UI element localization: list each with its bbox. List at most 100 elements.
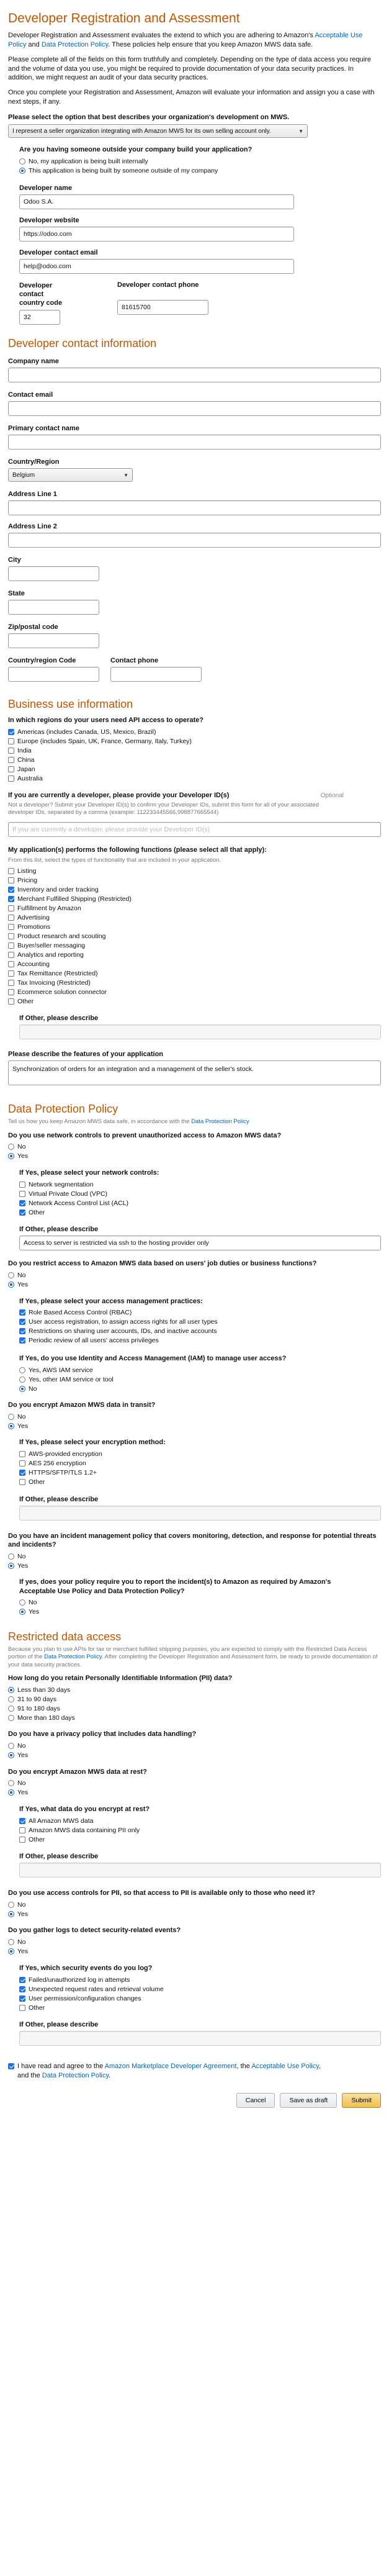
zip-input[interactable] bbox=[8, 633, 99, 649]
function-option[interactable]: Other bbox=[8, 997, 381, 1006]
checkbox[interactable] bbox=[19, 1190, 25, 1197]
dpp-link[interactable]: Data Protection Policy bbox=[191, 1118, 249, 1125]
developer-id-input[interactable]: If you are currently a developer, please… bbox=[8, 821, 381, 837]
iam-option-aws[interactable]: Yes, AWS IAM service bbox=[19, 1365, 381, 1375]
radio-button[interactable] bbox=[19, 1376, 25, 1383]
radio-button[interactable] bbox=[8, 1413, 14, 1420]
function-option[interactable]: Merchant Fulfilled Shipping (Restricted) bbox=[8, 894, 381, 903]
checkbox[interactable] bbox=[8, 766, 14, 773]
radio-button-selected[interactable] bbox=[8, 1422, 14, 1429]
region-option[interactable]: China bbox=[8, 756, 381, 765]
access-practice-option[interactable]: Role Based Access Control (RBAC) bbox=[19, 1308, 381, 1317]
retention-option[interactable]: 31 to 90 days bbox=[8, 1694, 381, 1704]
radio-button[interactable] bbox=[8, 1696, 14, 1702]
state-input[interactable] bbox=[8, 600, 99, 615]
developer-agreement-link[interactable]: Amazon Marketplace Developer Agreement bbox=[105, 2063, 237, 2070]
restrict-access-yes[interactable]: Yes bbox=[8, 1280, 381, 1290]
restricted-dpp-link[interactable]: Data Protection Policy bbox=[44, 1653, 102, 1660]
rest-data-option[interactable]: Amazon MWS data containing PII only bbox=[19, 1825, 381, 1835]
checkbox-checked[interactable] bbox=[19, 1470, 25, 1476]
checkbox[interactable] bbox=[19, 1451, 25, 1458]
checkbox[interactable] bbox=[8, 867, 14, 874]
region-option[interactable]: India bbox=[8, 746, 381, 756]
checkbox[interactable] bbox=[8, 998, 14, 1005]
incident-no[interactable]: No bbox=[8, 1552, 381, 1561]
radio-button-selected[interactable] bbox=[8, 1153, 14, 1160]
checkbox-checked[interactable] bbox=[8, 886, 14, 893]
checkbox[interactable] bbox=[8, 905, 14, 911]
checkbox-checked[interactable] bbox=[19, 1209, 25, 1216]
checkbox-checked[interactable] bbox=[19, 1995, 25, 2002]
agreement-checkbox[interactable] bbox=[8, 2063, 14, 2070]
checkbox[interactable] bbox=[8, 738, 14, 745]
aup-link[interactable]: Acceptable Use Policy bbox=[251, 2063, 319, 2070]
encryption-method-option[interactable]: AWS-provided encryption bbox=[19, 1450, 381, 1459]
checkbox[interactable] bbox=[8, 951, 14, 958]
function-option[interactable]: Buyer/seller messaging bbox=[8, 941, 381, 950]
iam-option-other[interactable]: Yes, other IAM service or tool bbox=[19, 1375, 381, 1384]
network-control-option[interactable]: Other bbox=[19, 1208, 381, 1217]
encrypt-at-rest-no[interactable]: No bbox=[8, 1779, 381, 1788]
checkbox-checked[interactable] bbox=[19, 1319, 25, 1326]
country-code-input[interactable] bbox=[8, 667, 99, 682]
address-line-2-input[interactable] bbox=[8, 533, 381, 548]
cancel-button[interactable]: Cancel bbox=[236, 2092, 275, 2108]
function-option[interactable]: Accounting bbox=[8, 959, 381, 969]
developer-email-input[interactable]: help@odoo.com bbox=[19, 258, 294, 274]
region-option[interactable]: Americas (includes Canada, US, Mexico, B… bbox=[8, 728, 381, 737]
radio-button[interactable] bbox=[8, 1743, 14, 1750]
rest-data-option[interactable]: All Amazon MWS data bbox=[19, 1816, 381, 1825]
region-option[interactable]: Europe (includes Spain, UK, France, Germ… bbox=[8, 737, 381, 746]
radio-button[interactable] bbox=[8, 1144, 14, 1150]
access-practice-option[interactable]: Periodic review of all users' access pri… bbox=[19, 1336, 381, 1345]
checkbox-checked[interactable] bbox=[19, 1328, 25, 1335]
checkbox[interactable] bbox=[8, 877, 14, 884]
security-event-option[interactable]: User permission/configuration changes bbox=[19, 1994, 381, 2003]
security-logs-no[interactable]: No bbox=[8, 1938, 381, 1947]
agreement-row[interactable]: I have read and agree to the Amazon Mark… bbox=[8, 2062, 331, 2081]
radio-button[interactable] bbox=[8, 1939, 14, 1946]
restrict-access-no[interactable]: No bbox=[8, 1271, 381, 1280]
outside-company-option-internal[interactable]: No, my application is being built intern… bbox=[19, 157, 381, 166]
checkbox-checked[interactable] bbox=[8, 895, 14, 902]
report-incident-no[interactable]: No bbox=[19, 1598, 381, 1607]
checkbox[interactable] bbox=[8, 914, 14, 921]
checkbox[interactable] bbox=[8, 757, 14, 764]
function-option[interactable]: Pricing bbox=[8, 875, 381, 885]
report-incident-yes[interactable]: Yes bbox=[19, 1607, 381, 1617]
access-practice-option[interactable]: Restrictions on sharing user accounts, I… bbox=[19, 1327, 381, 1336]
network-controls-no[interactable]: No bbox=[8, 1142, 381, 1152]
checkbox[interactable] bbox=[19, 1836, 25, 1843]
radio-button[interactable] bbox=[8, 1553, 14, 1560]
submit-button[interactable]: Submit bbox=[342, 2092, 381, 2108]
checkbox[interactable] bbox=[8, 775, 14, 782]
radio-button[interactable] bbox=[19, 1599, 25, 1606]
network-controls-yes[interactable]: Yes bbox=[8, 1152, 381, 1161]
checkbox[interactable] bbox=[8, 748, 14, 754]
checkbox-checked[interactable] bbox=[19, 1200, 25, 1206]
encryption-method-option[interactable]: AES 256 encryption bbox=[19, 1459, 381, 1468]
developer-country-code-input[interactable]: 32 bbox=[19, 310, 60, 325]
radio-button-selected[interactable] bbox=[8, 1948, 14, 1955]
checkbox-checked[interactable] bbox=[8, 729, 14, 736]
region-option[interactable]: Australia bbox=[8, 774, 381, 784]
encryption-method-option[interactable]: Other bbox=[19, 1478, 381, 1487]
function-option[interactable]: Product research and scouting bbox=[8, 931, 381, 941]
incident-yes[interactable]: Yes bbox=[8, 1561, 381, 1570]
function-option[interactable]: Ecommerce solution connector bbox=[8, 987, 381, 997]
outside-company-option-external[interactable]: This application is being built by someo… bbox=[19, 166, 381, 176]
contact-phone-input[interactable] bbox=[110, 667, 202, 682]
function-option[interactable]: Fulfillment by Amazon bbox=[8, 903, 381, 913]
primary-contact-input[interactable] bbox=[8, 435, 381, 450]
radio-button-selected[interactable] bbox=[8, 1281, 14, 1288]
checkbox[interactable] bbox=[8, 933, 14, 939]
retention-option[interactable]: More than 180 days bbox=[8, 1713, 381, 1722]
radio-button[interactable] bbox=[8, 1901, 14, 1908]
pii-access-yes[interactable]: Yes bbox=[8, 1909, 381, 1918]
checkbox-checked[interactable] bbox=[19, 1976, 25, 1983]
encryption-other-input[interactable] bbox=[19, 1505, 381, 1521]
checkbox[interactable] bbox=[8, 979, 14, 986]
network-control-option[interactable]: Virtual Private Cloud (VPC) bbox=[19, 1189, 381, 1198]
checkbox[interactable] bbox=[19, 1479, 25, 1486]
radio-button-selected[interactable] bbox=[8, 1789, 14, 1796]
